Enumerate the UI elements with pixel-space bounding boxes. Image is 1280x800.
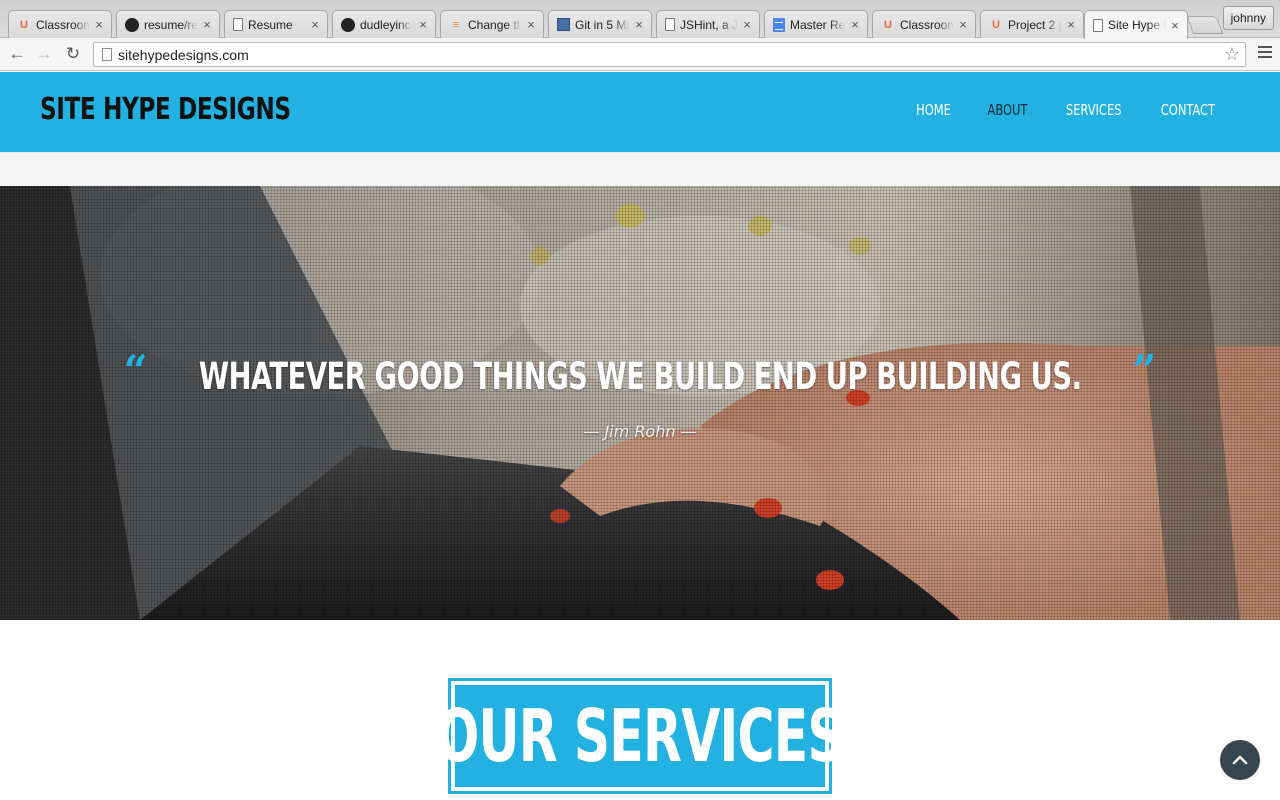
tab-title: Classroom: [36, 17, 90, 32]
address-bar[interactable]: sitehypedesigns.com ☆: [93, 42, 1246, 67]
close-tab-icon[interactable]: ×: [201, 17, 213, 32]
close-tab-icon[interactable]: ×: [93, 17, 105, 32]
browser-tab[interactable]: Git in 5 Mi ×: [548, 10, 652, 38]
browser-tab[interactable]: resume/re ×: [116, 10, 220, 38]
site-nav: HOME ABOUT SERVICES CONTACT: [913, 101, 1220, 119]
tab-title: resume/re: [144, 17, 198, 32]
github-icon: [125, 17, 139, 32]
quote-block: “ WHATEVER GOOD THINGS WE BUILD END UP B…: [0, 346, 1280, 442]
nav-about-link[interactable]: ABOUT: [987, 101, 1027, 119]
bookmark-star-icon[interactable]: ☆: [1224, 44, 1240, 65]
back-arrow-icon[interactable]: ←: [6, 43, 28, 65]
site-logo[interactable]: SITE HYPE DESIGNS: [40, 92, 291, 127]
close-tab-icon[interactable]: ×: [1065, 17, 1077, 32]
open-quote-icon: “: [123, 346, 148, 395]
udacity-icon: U: [992, 18, 1000, 31]
tab-title: Change th: [468, 17, 522, 32]
browser-tab[interactable]: Resume ×: [224, 10, 328, 38]
nav-contact-link[interactable]: CONTACT: [1161, 101, 1215, 119]
git-icon: [557, 18, 570, 31]
section-spacer: [0, 152, 1280, 186]
tab-title: Master Res: [790, 17, 846, 32]
browser-toolbar: ← → ↻ sitehypedesigns.com ☆: [0, 38, 1280, 71]
browser-tab[interactable]: Master Res ×: [764, 10, 868, 38]
tab-title: Site Hype D: [1108, 18, 1166, 32]
tab-title: dudleyinc3: [360, 17, 414, 32]
close-tab-icon[interactable]: ×: [525, 17, 537, 32]
profile-button[interactable]: johnny: [1222, 6, 1274, 30]
close-tab-icon[interactable]: ×: [1169, 18, 1181, 33]
browser-tab[interactable]: dudleyinc3 ×: [332, 10, 436, 38]
services-heading-text: OUR SERVICES: [436, 694, 845, 778]
browser-tab[interactable]: U Project 2 p ×: [980, 10, 1084, 38]
close-tab-icon[interactable]: ×: [957, 17, 969, 32]
google-docs-icon: [773, 17, 785, 32]
browser-tab[interactable]: U Classroom ×: [8, 10, 112, 38]
back-to-top-button[interactable]: [1220, 740, 1260, 780]
close-tab-icon[interactable]: ×: [417, 17, 429, 32]
quote-text: WHATEVER GOOD THINGS WE BUILD END UP BUI…: [198, 355, 1082, 398]
tab-title: Project 2 p: [1008, 17, 1062, 32]
menu-icon[interactable]: [1258, 46, 1272, 62]
udacity-icon: U: [20, 18, 28, 31]
document-icon: [665, 18, 675, 31]
document-icon: [1093, 18, 1103, 32]
close-quote-icon: ”: [1132, 346, 1157, 395]
tab-title: Git in 5 Mi: [575, 17, 630, 32]
stackoverflow-icon: ≡: [452, 18, 460, 31]
reload-icon[interactable]: ↻: [62, 43, 84, 65]
tab-title: Resume: [248, 17, 293, 32]
close-tab-icon[interactable]: ×: [741, 17, 753, 32]
tab-title: Classroom: [900, 17, 954, 32]
page-icon: [102, 48, 112, 61]
browser-tab-active[interactable]: Site Hype D ×: [1084, 10, 1188, 39]
nav-services-link[interactable]: SERVICES: [1066, 101, 1122, 119]
site-header: SITE HYPE DESIGNS HOME ABOUT SERVICES CO…: [0, 72, 1280, 152]
github-icon: [341, 17, 355, 32]
forward-arrow-icon[interactable]: →: [33, 43, 55, 65]
services-heading: OUR SERVICES: [437, 678, 844, 794]
web-page: SITE HYPE DESIGNS HOME ABOUT SERVICES CO…: [0, 72, 1280, 800]
browser-tab[interactable]: JSHint, a Ja ×: [656, 10, 760, 38]
hero-quote-section: “ WHATEVER GOOD THINGS WE BUILD END UP B…: [0, 186, 1280, 620]
browser-tab-bar: U Classroom × resume/re × Resume × dudle…: [0, 0, 1280, 39]
new-tab-button[interactable]: [1186, 16, 1224, 34]
close-tab-icon[interactable]: ×: [849, 17, 861, 32]
quote-author: — Jim Rohn —: [583, 422, 697, 441]
url-text[interactable]: sitehypedesigns.com: [118, 47, 249, 63]
tab-title: JSHint, a Ja: [680, 17, 738, 32]
chevron-up-icon: [1232, 755, 1248, 765]
close-tab-icon[interactable]: ×: [309, 17, 321, 32]
udacity-icon: U: [884, 18, 892, 31]
close-tab-icon[interactable]: ×: [633, 17, 645, 32]
browser-tab[interactable]: U Classroom ×: [872, 10, 976, 38]
nav-home-link[interactable]: HOME: [916, 101, 951, 119]
document-icon: [233, 18, 243, 31]
browser-tab[interactable]: ≡ Change th ×: [440, 10, 544, 38]
